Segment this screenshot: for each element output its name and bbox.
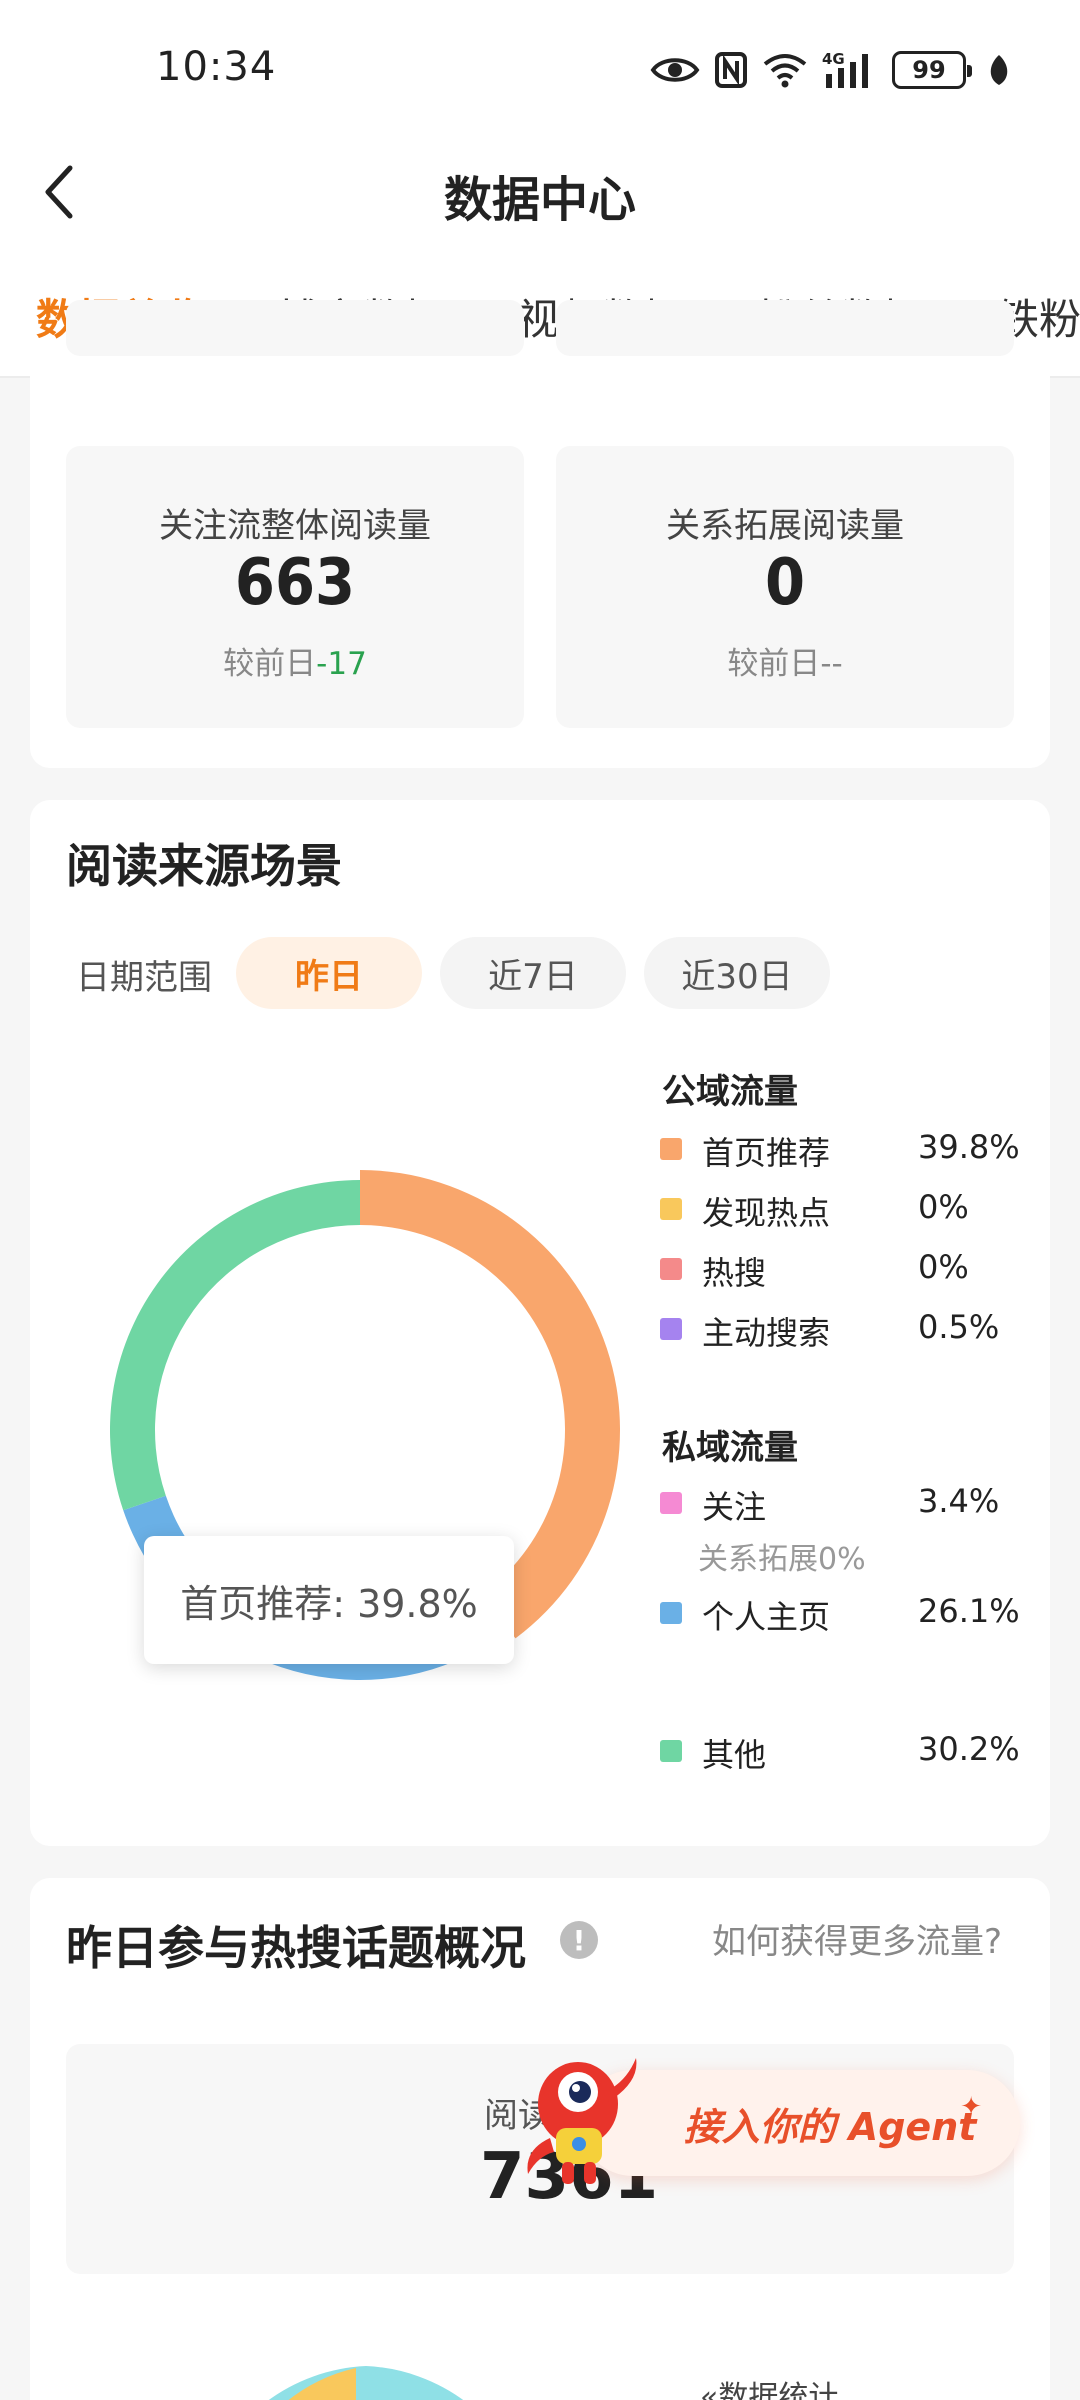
legend-item-other[interactable]: 其他 30.2%: [660, 1730, 1020, 1774]
eye-icon: [650, 58, 700, 82]
page-title: 数据中心: [443, 172, 636, 228]
date-chip-30days[interactable]: 近30日: [644, 937, 830, 1009]
stat-box-partial-right: [556, 300, 1014, 356]
legend-item-follow[interactable]: 关注 3.4%: [660, 1482, 1010, 1526]
read-source-title: 阅读来源场景: [66, 839, 342, 893]
legend-item-homepage-recommend[interactable]: 首页推荐 39.8%: [660, 1128, 1020, 1172]
status-icons: 4G 99: [650, 50, 1010, 90]
sparkle-icon: ✦: [960, 2092, 982, 2122]
legend-item-active-search[interactable]: 主动搜索 0.5%: [660, 1308, 1010, 1352]
battery-icon: 99: [892, 51, 972, 89]
status-time: 10:34: [156, 44, 277, 90]
wifi-icon: [763, 54, 807, 88]
stat-value: 0: [764, 546, 806, 620]
stat-value: 663: [234, 546, 356, 620]
hot-topics-partial-chart: [268, 2366, 464, 2400]
legend-swatch: [660, 1138, 682, 1160]
legend-group-private: 私域流量: [662, 1428, 798, 1468]
nfc-icon: [715, 52, 747, 88]
legend-sub-relation-expand: 关系拓展0%: [698, 1542, 866, 1577]
legend-swatch: [660, 1492, 682, 1514]
stat-change: --: [820, 646, 843, 682]
legend-item-profile[interactable]: 个人主页 26.1%: [660, 1592, 1020, 1636]
stat-relation-expand-reads: 关系拓展阅读量 0 较前日--: [556, 446, 1014, 728]
stat-box-partial-left: [66, 300, 524, 356]
legend-swatch: [660, 1198, 682, 1220]
stat-follow-flow-reads: 关注流整体阅读量 663 较前日-17: [66, 446, 524, 728]
svg-text:4G: 4G: [822, 50, 845, 68]
signal-4g-icon: 4G: [822, 50, 868, 88]
date-chip-yesterday[interactable]: 昨日: [236, 937, 422, 1009]
legend-swatch: [660, 1258, 682, 1280]
stat-change: -17: [316, 646, 367, 682]
leaf-icon: [990, 55, 1008, 85]
lobster-mascot-icon[interactable]: [516, 2042, 656, 2192]
date-chip-7days[interactable]: 近7日: [440, 937, 626, 1009]
legend-swatch: [660, 1318, 682, 1340]
legend-group-public: 公域流量: [662, 1072, 798, 1112]
donut-slice-6[interactable]: [110, 1180, 360, 1511]
bottom-partial-label: «数据统计: [700, 2380, 839, 2400]
info-icon[interactable]: !: [560, 1921, 598, 1959]
legend-swatch: [660, 1602, 682, 1624]
app-header: 数据中心: [0, 140, 1080, 240]
legend-swatch: [660, 1740, 682, 1762]
date-range-label: 日期范围: [76, 958, 212, 998]
hot-topics-title: 昨日参与热搜话题概况: [66, 1921, 526, 1975]
more-traffic-link[interactable]: 如何获得更多流量?: [712, 1914, 1002, 1963]
status-bar: 10:34 4G 99: [0, 0, 1080, 140]
chart-tooltip: 首页推荐: 39.8%: [144, 1536, 514, 1664]
legend-item-discover-hot[interactable]: 发现热点 0%: [660, 1188, 1010, 1232]
agent-banner-text: 接入你的 Agent: [683, 2104, 977, 2149]
legend-item-hot-search[interactable]: 热搜 0%: [660, 1248, 1010, 1292]
stats-card: 关注流整体阅读量 663 较前日-17 关系拓展阅读量 0 较前日--: [30, 300, 1050, 768]
